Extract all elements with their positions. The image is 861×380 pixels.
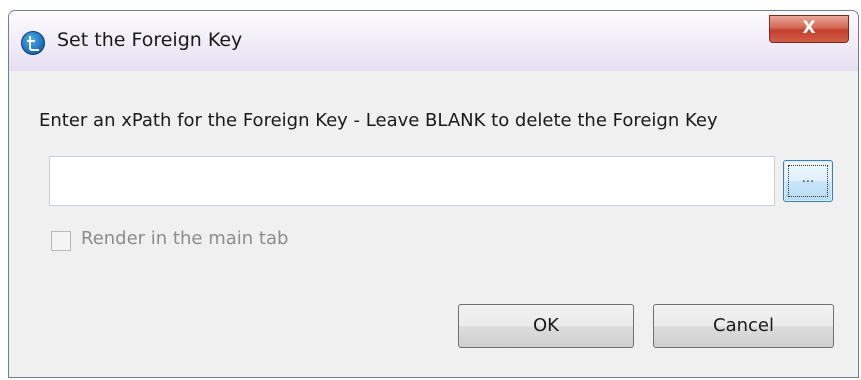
xpath-input[interactable] <box>49 156 775 206</box>
close-button[interactable]: X <box>769 15 849 43</box>
close-icon: X <box>802 18 816 38</box>
browse-button[interactable]: ... <box>783 160 833 202</box>
xpath-prompt-label: Enter an xPath for the Foreign Key - Lea… <box>39 110 718 131</box>
title-bar: Set the Foreign Key X <box>9 11 858 71</box>
browse-button-label: ... <box>788 165 828 197</box>
cancel-button[interactable]: Cancel <box>653 304 834 348</box>
window-title: Set the Foreign Key <box>57 29 243 51</box>
dialog-content: Enter an xPath for the Foreign Key - Lea… <box>9 71 858 377</box>
render-main-tab-checkbox[interactable] <box>51 231 71 251</box>
render-main-tab-label: Render in the main tab <box>81 228 289 249</box>
app-icon <box>21 31 45 55</box>
ok-button[interactable]: OK <box>458 304 634 348</box>
foreign-key-dialog: Set the Foreign Key X Enter an xPath for… <box>8 10 859 378</box>
